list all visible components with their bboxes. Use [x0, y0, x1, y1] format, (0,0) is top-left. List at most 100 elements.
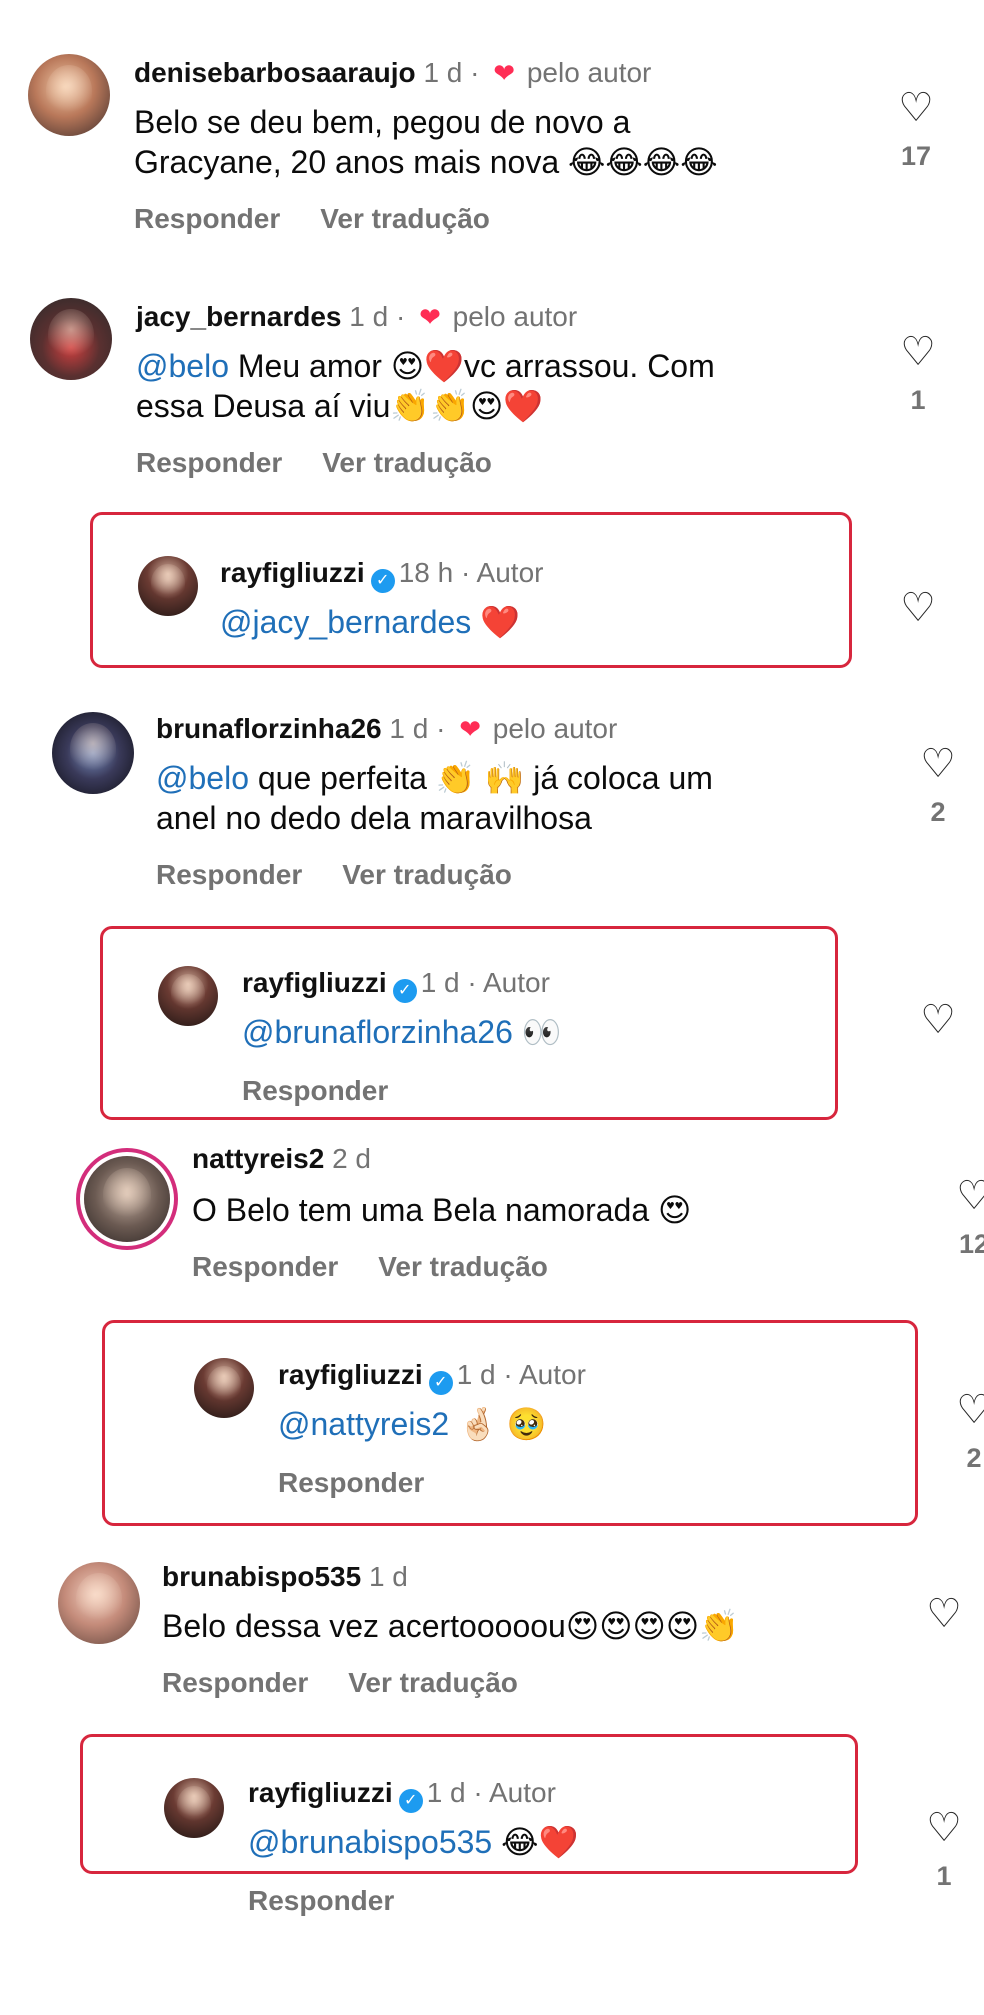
like-count: 17 [900, 141, 932, 171]
comment-header: rayfigliuzzi ✓ 1 d · Autor [248, 1776, 556, 1813]
comment-header: jacy_bernardes 1 d · ❤ pelo autor [136, 301, 578, 332]
comment-header: nattyreis2 2 d [192, 1142, 371, 1176]
comment-header: brunaflorzinha26 1 d · ❤ pelo autor [156, 713, 618, 744]
reply-button[interactable]: Responder [134, 203, 280, 234]
like-button[interactable]: ♡ 2 [944, 1388, 984, 1474]
username[interactable]: rayfigliuzzi [242, 967, 387, 998]
comment-header: brunabispo535 1 d [162, 1560, 408, 1594]
comment-actions: Responder Ver tradução [192, 1250, 548, 1284]
author-label: Autor [488, 1777, 556, 1808]
like-count: 2 [966, 1443, 982, 1473]
mention-link[interactable]: @jacy_bernardes [220, 604, 471, 640]
like-count: 1 [936, 1861, 952, 1891]
like-button[interactable]: ♡ [888, 586, 948, 630]
timestamp: 2 d [332, 1143, 372, 1174]
comment-actions: Responder Ver tradução [136, 446, 492, 480]
comment-actions: Responder Ver tradução [134, 202, 490, 236]
like-button[interactable]: ♡ [914, 1592, 974, 1636]
reply-button[interactable]: Responder [248, 1885, 394, 1916]
translate-button[interactable]: Ver tradução [320, 203, 490, 234]
timestamp: 1 d [456, 1359, 496, 1390]
like-button[interactable]: ♡ 1 [888, 330, 948, 416]
username[interactable]: denisebarbosaaraujo [134, 57, 416, 88]
heart-outline-icon: ♡ [920, 742, 956, 786]
comment-actions: Responder [248, 1884, 394, 1918]
avatar[interactable] [194, 1358, 254, 1418]
like-button[interactable]: ♡ 2 [908, 742, 968, 828]
reply-button[interactable]: Responder [162, 1667, 308, 1698]
comment-text: @brunaflorzinha26 👀 [242, 1014, 562, 1050]
heart-filled-icon: ❤ [493, 58, 516, 88]
reply-button[interactable]: Responder [242, 1075, 388, 1106]
mention-link[interactable]: @brunabispo535 [248, 1824, 492, 1860]
mention-link[interactable]: @belo [136, 348, 229, 384]
verified-badge-icon: ✓ [428, 1371, 453, 1395]
translate-button[interactable]: Ver tradução [348, 1667, 518, 1698]
verified-badge-icon: ✓ [370, 569, 395, 593]
avatar[interactable] [28, 54, 110, 136]
timestamp: 1 d [389, 713, 429, 744]
timestamp: 1 d [420, 967, 460, 998]
avatar[interactable] [138, 556, 198, 616]
mention-link[interactable]: @brunaflorzinha26 [242, 1014, 513, 1050]
comment-text: Belo dessa vez acertooooou😍😍😍😍👏 [162, 1608, 740, 1644]
comment-text: @brunabispo535 😂❤️ [248, 1824, 579, 1860]
author-label: Autor [476, 557, 544, 588]
liked-by-author-label: pelo autor [492, 713, 618, 744]
comment-text: @belo que perfeita 👏 🙌 já coloca um anel… [156, 760, 713, 836]
heart-filled-icon: ❤ [419, 302, 441, 332]
heart-outline-icon: ♡ [898, 86, 934, 130]
mention-link[interactable]: @nattyreis2 [278, 1406, 449, 1442]
username[interactable]: brunabispo535 [162, 1561, 361, 1592]
like-count: 1 [910, 385, 926, 415]
verified-badge-icon: ✓ [398, 1789, 423, 1813]
translate-button[interactable]: Ver tradução [322, 447, 492, 478]
timestamp: 1 d [426, 1777, 466, 1808]
username[interactable]: jacy_bernardes [136, 301, 341, 332]
comment-actions: Responder Ver tradução [156, 858, 512, 892]
translate-button[interactable]: Ver tradução [342, 859, 512, 890]
like-button[interactable]: ♡ 1 [914, 1806, 974, 1892]
username[interactable]: rayfigliuzzi [278, 1359, 423, 1390]
like-count: 2 [930, 797, 946, 827]
reply-button[interactable]: Responder [278, 1467, 424, 1498]
heart-outline-icon: ♡ [956, 1388, 984, 1432]
timestamp: 1 d [423, 57, 463, 88]
mention-link[interactable]: @belo [156, 760, 249, 796]
avatar[interactable] [84, 1156, 170, 1242]
heart-outline-icon: ♡ [956, 1174, 984, 1218]
like-button[interactable]: ♡ [908, 998, 968, 1042]
heart-outline-icon: ♡ [926, 1806, 962, 1850]
reply-button[interactable]: Responder [192, 1251, 338, 1282]
like-button[interactable]: ♡ 17 [886, 86, 946, 172]
username[interactable]: brunaflorzinha26 [156, 713, 382, 744]
avatar[interactable] [158, 966, 218, 1026]
comment-text: O Belo tem uma Bela namorada 😍 [192, 1192, 692, 1228]
heart-outline-icon: ♡ [900, 330, 936, 374]
liked-by-author-label: pelo autor [526, 57, 652, 88]
comment-actions: Responder [278, 1466, 424, 1500]
heart-outline-icon: ♡ [900, 586, 936, 630]
username[interactable]: rayfigliuzzi [220, 557, 365, 588]
comment-text: @nattyreis2 🤞🏻 🥹 [278, 1406, 547, 1442]
like-button[interactable]: ♡ 12 [944, 1174, 984, 1260]
avatar[interactable] [30, 298, 112, 380]
translate-button[interactable]: Ver tradução [378, 1251, 548, 1282]
heart-outline-icon: ♡ [926, 1592, 962, 1636]
timestamp: 18 h [398, 557, 454, 588]
comment-header: rayfigliuzzi ✓ 1 d · Autor [278, 1358, 586, 1395]
comment-header: rayfigliuzzi ✓ 1 d · Autor [242, 966, 550, 1003]
heart-filled-icon: ❤ [459, 714, 481, 744]
liked-by-author-label: pelo autor [452, 301, 578, 332]
avatar[interactable] [52, 712, 134, 794]
reply-button[interactable]: Responder [136, 447, 282, 478]
username[interactable]: rayfigliuzzi [248, 1777, 393, 1808]
comment-header: rayfigliuzzi ✓ 18 h · Autor [220, 556, 543, 593]
like-count: 12 [958, 1229, 984, 1259]
comment-actions: Responder Ver tradução [162, 1666, 518, 1700]
avatar[interactable] [164, 1778, 224, 1838]
username[interactable]: nattyreis2 [192, 1143, 324, 1174]
reply-button[interactable]: Responder [156, 859, 302, 890]
avatar[interactable] [58, 1562, 140, 1644]
comment-text: Belo se deu bem, pegou de novo a Gracyan… [134, 104, 718, 180]
